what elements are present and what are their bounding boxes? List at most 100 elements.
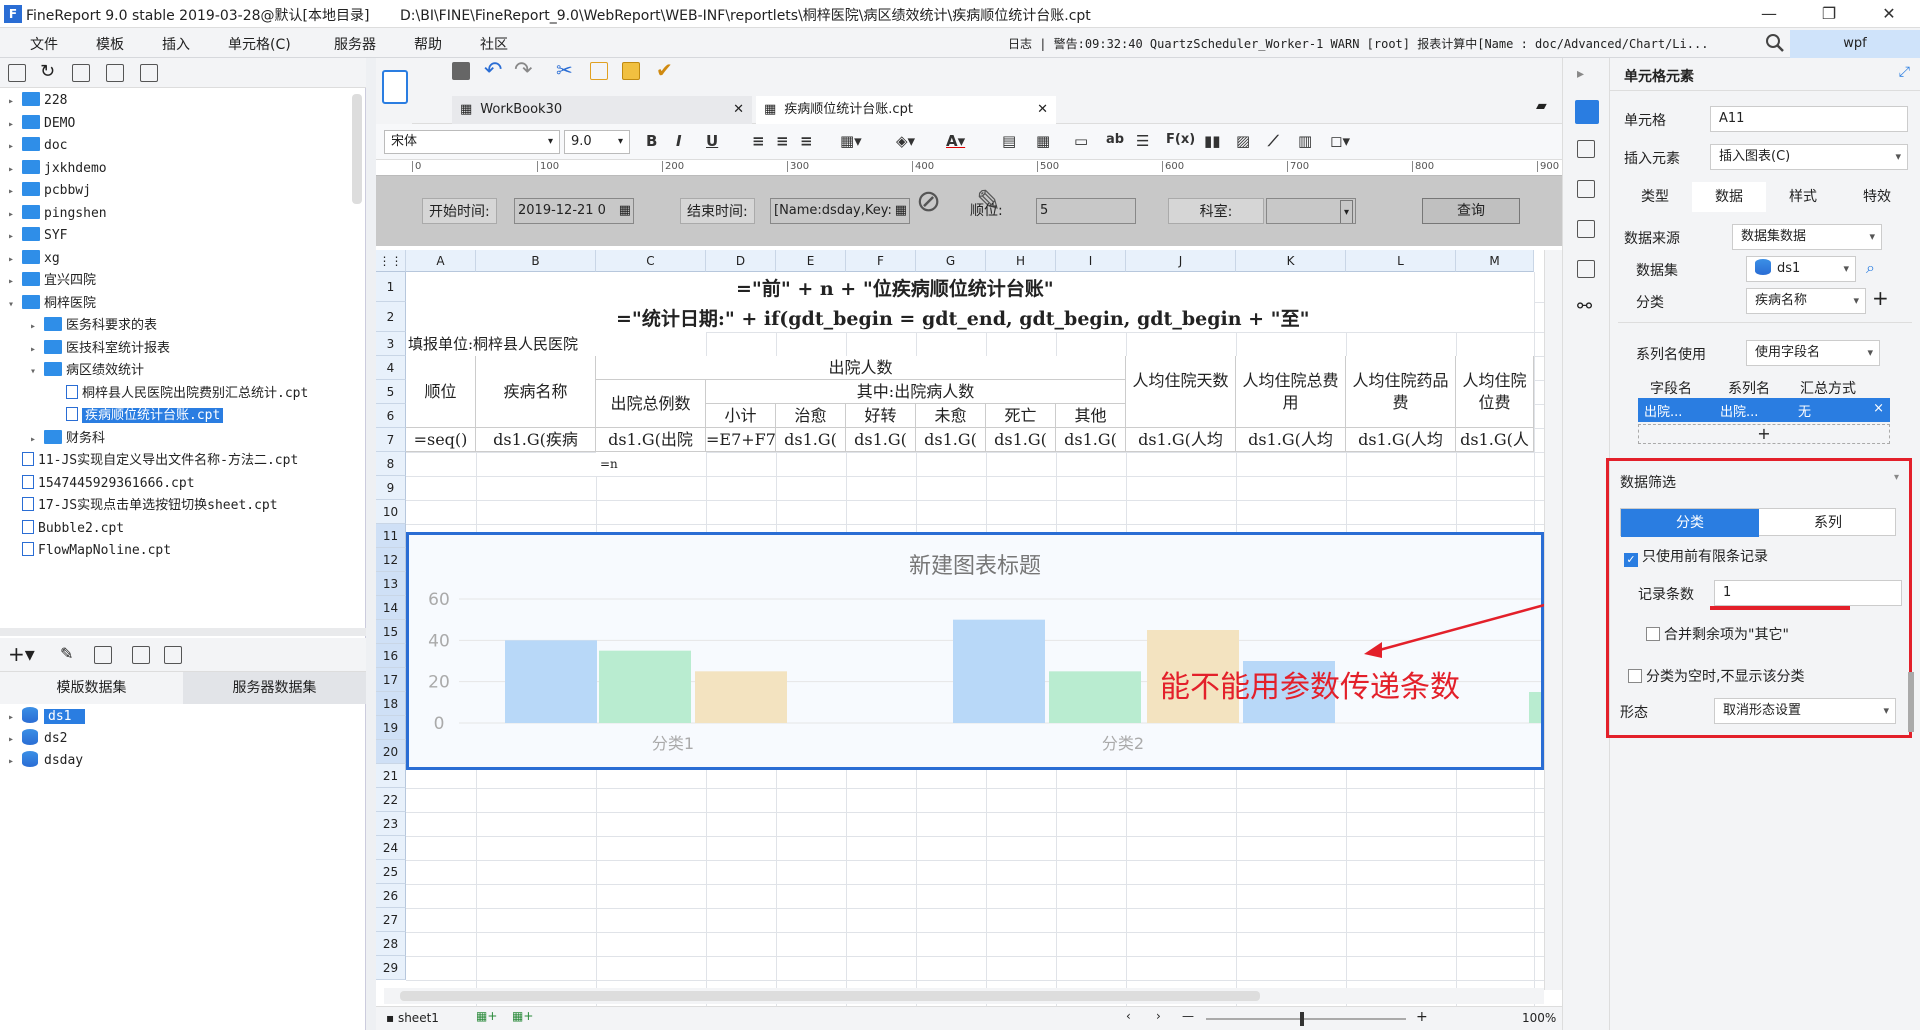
unit-cell[interactable]: 填报单位:桐梓县人民医院: [406, 332, 706, 356]
align-right-icon[interactable]: ≡: [800, 132, 813, 150]
hidden-eye-icon[interactable]: ⊘: [916, 184, 941, 219]
row-header[interactable]: 28: [376, 932, 406, 956]
minimize-icon[interactable]: —: [1746, 0, 1792, 28]
header-sub[interactable]: 死亡: [986, 404, 1056, 428]
param-cell[interactable]: =n: [596, 452, 706, 476]
row-header[interactable]: 12: [376, 548, 406, 572]
header-sub[interactable]: 好转: [846, 404, 916, 428]
add-category-icon[interactable]: +: [1872, 286, 1889, 310]
zoom-out-icon[interactable]: —: [1182, 1009, 1194, 1023]
copy-icon[interactable]: [590, 62, 608, 80]
slash-icon[interactable]: ⟋: [1268, 132, 1279, 150]
expand-cell[interactable]: ds1.G(: [1056, 428, 1126, 452]
column-header[interactable]: K: [1236, 250, 1346, 272]
row-header[interactable]: 8: [376, 452, 406, 476]
param-icon[interactable]: [164, 646, 182, 664]
panel-splitter[interactable]: [0, 628, 366, 636]
row-header[interactable]: 29: [376, 956, 406, 980]
tab-style[interactable]: 样式: [1766, 182, 1840, 212]
zoom-in-icon[interactable]: +: [1416, 1009, 1428, 1025]
dataset-item[interactable]: ▸ ds1: [8, 706, 86, 728]
align-left-icon[interactable]: ≡: [752, 132, 765, 150]
row-header[interactable]: 5: [376, 380, 406, 404]
image-icon[interactable]: ▨: [1236, 132, 1250, 150]
menu-server[interactable]: 服务器: [334, 34, 376, 54]
row-header[interactable]: 1: [376, 272, 406, 302]
column-header[interactable]: M: [1456, 250, 1534, 272]
pin-icon[interactable]: ⤢: [1899, 64, 1910, 80]
dataset-item[interactable]: ▸ dsday: [8, 750, 83, 772]
row-header[interactable]: 18: [376, 692, 406, 716]
row-header[interactable]: 7: [376, 428, 406, 452]
locate-icon[interactable]: [72, 64, 90, 82]
font-family-select[interactable]: 宋体 ▾: [384, 130, 560, 154]
tree-file[interactable]: Bubble2.cpt: [8, 518, 124, 540]
tree-folder[interactable]: ▸ pcbbwj: [8, 180, 91, 202]
header-sub[interactable]: 治愈: [776, 404, 846, 428]
column-header[interactable]: F: [846, 250, 916, 272]
expand-cell[interactable]: ds1.G(: [776, 428, 846, 452]
tree-folder[interactable]: ▸ 财务科: [30, 428, 105, 450]
preview-icon[interactable]: [132, 646, 150, 664]
add-form-icon[interactable]: ▦+: [512, 1009, 533, 1023]
paste-icon[interactable]: [622, 62, 640, 80]
hyperlink-icon[interactable]: ⚯: [1577, 296, 1592, 317]
cut-icon[interactable]: ✂: [556, 58, 573, 82]
tree-file[interactable]: 11-JS实现自定义导出文件名称-方法二.cpt: [8, 450, 298, 472]
tree-file[interactable]: FlowMapNoline.cpt: [8, 540, 171, 562]
column-header[interactable]: J: [1126, 250, 1236, 272]
row-header[interactable]: 25: [376, 860, 406, 884]
font-color-icon[interactable]: A▾: [946, 132, 965, 150]
close-icon[interactable]: ✕: [1866, 0, 1912, 28]
row-header[interactable]: 11: [376, 524, 406, 548]
tree-folder[interactable]: ▾ 病区绩效统计: [30, 360, 144, 382]
add-dataset-icon[interactable]: +▾: [8, 642, 35, 666]
menu-community[interactable]: 社区: [480, 34, 508, 54]
tree-folder[interactable]: ▸ 医技科室统计报表: [30, 338, 170, 360]
row-header[interactable]: 10: [376, 500, 406, 524]
cell-element-icon[interactable]: [1575, 100, 1599, 124]
header-avg-days[interactable]: 人均住院天数: [1126, 356, 1236, 428]
header-sub[interactable]: 小计: [706, 404, 776, 428]
panel-scrollbar[interactable]: [1908, 672, 1914, 732]
condition-icon[interactable]: [1577, 260, 1595, 278]
query-button[interactable]: 查询: [1422, 198, 1520, 224]
rank-input[interactable]: 5: [1036, 198, 1136, 224]
search-box[interactable]: wpf: [1790, 30, 1920, 58]
template-icon[interactable]: [382, 70, 408, 104]
tree-file[interactable]: 17-JS实现点击单选按钮切换sheet.cpt: [8, 495, 278, 517]
dataset-select[interactable]: ds1 ▾: [1746, 256, 1856, 282]
table-icon[interactable]: ▦: [1036, 132, 1050, 150]
collapse-icon[interactable]: ▸: [1577, 66, 1584, 82]
expand-cell[interactable]: ds1.G(: [916, 428, 986, 452]
row-header[interactable]: 23: [376, 812, 406, 836]
expand-cell[interactable]: ds1.G(人均: [1126, 428, 1236, 452]
merge-cell-icon[interactable]: ▤: [1002, 132, 1016, 150]
text-icon[interactable]: ab: [1106, 132, 1124, 147]
date-formula-cell[interactable]: ="统计日期:" + if(gdt_begin = gdt_end, gdt_b…: [406, 302, 1534, 332]
row-header[interactable]: 21: [376, 764, 406, 788]
header-total[interactable]: 出院总例数: [596, 380, 706, 428]
format-painter-icon[interactable]: ✔: [656, 58, 673, 82]
column-header[interactable]: H: [986, 250, 1056, 272]
row-header[interactable]: 3: [376, 332, 406, 356]
delete-dataset-icon[interactable]: [94, 646, 112, 664]
row-header[interactable]: 26: [376, 884, 406, 908]
tree-folder[interactable]: ▸ 宜兴四院: [8, 270, 96, 292]
fill-color-icon[interactable]: ◈▾: [896, 132, 915, 150]
sheet-tab[interactable]: ▪ sheet1: [386, 1011, 439, 1025]
header-rank[interactable]: 顺位: [406, 356, 476, 428]
close-tab-icon[interactable]: ✕: [733, 96, 744, 124]
tree-file[interactable]: 1547445929361666.cpt: [8, 473, 195, 495]
save-icon[interactable]: [452, 62, 470, 80]
tree-folder[interactable]: ▸ xg: [8, 248, 60, 270]
chart-icon[interactable]: ▮▮: [1204, 132, 1221, 150]
row-header[interactable]: 20: [376, 740, 406, 764]
close-tab-icon[interactable]: ✕: [1037, 96, 1048, 124]
settings-icon[interactable]: [106, 64, 124, 82]
cell-attr-icon[interactable]: [1577, 140, 1595, 158]
tree-file[interactable]: 桐梓县人民医院出院费别汇总统计.cpt: [52, 383, 308, 405]
dropdown-icon[interactable]: ▾: [1339, 200, 1353, 223]
expand-cell[interactable]: =seq(): [406, 428, 476, 452]
header-sub[interactable]: 未愈: [916, 404, 986, 428]
